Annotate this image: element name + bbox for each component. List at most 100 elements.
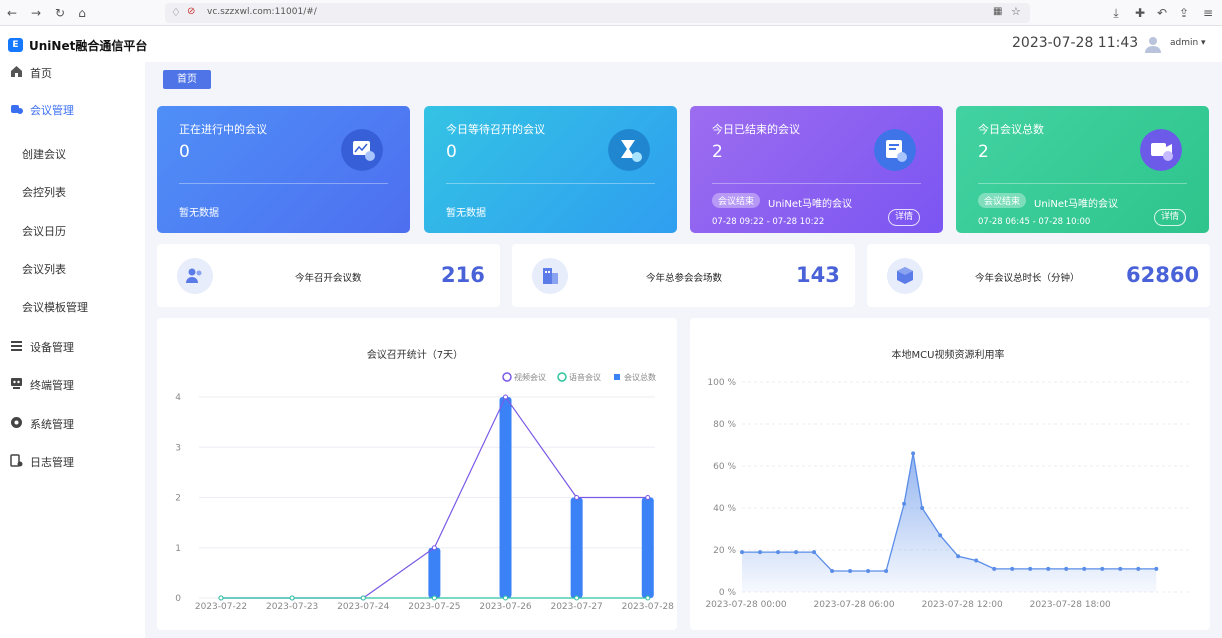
sidebar-item-system-management[interactable]: 系统管理 xyxy=(0,413,145,433)
extensions-icon[interactable]: ✚ xyxy=(1132,5,1148,21)
data-point xyxy=(574,595,580,601)
y-tick-label: 2 xyxy=(175,494,181,504)
sidebar-item-create-meeting[interactable]: 创建会议 xyxy=(0,143,145,163)
card-ended-meetings: 今日已结束的会议 2 会议结束 UniNet马唯的会议 07-28 09:22 … xyxy=(690,106,943,233)
share-icon[interactable]: ⇪ xyxy=(1176,5,1192,21)
sidebar-item-template-management[interactable]: 会议模板管理 xyxy=(0,296,145,316)
sidebar-item-meeting-calendar[interactable]: 会议日历 xyxy=(0,220,145,240)
user-menu[interactable]: admin ▾ xyxy=(1170,38,1206,48)
y-tick-label: 0 xyxy=(175,594,181,604)
data-point xyxy=(645,495,651,500)
qr-icon[interactable]: ▦ xyxy=(993,6,1002,17)
meeting-stats-chart: 会议召开统计（7天） 0 1 2 3 4 2023-07-22 2023-07-23 2023… xyxy=(175,348,674,612)
settings-icon xyxy=(11,417,22,428)
x-tick-label: 2023-07-27 xyxy=(550,602,602,612)
people-icon xyxy=(177,258,213,294)
meeting-stats-chart-panel: 会议召开统计（7天） 0 1 2 3 4 2023-07-22 2023-07-23 2023… xyxy=(157,318,677,630)
stat-value: 143 xyxy=(796,263,840,287)
stat-duration: 今年会议总时长（分钟） 62860 xyxy=(867,244,1210,307)
breadcrumb-home[interactable]: 首页 xyxy=(163,70,211,89)
data-point xyxy=(431,545,437,551)
stop-doc-icon xyxy=(874,129,916,171)
card-divider xyxy=(179,183,388,184)
sidebar-item-meeting-list[interactable]: 会议列表 xyxy=(0,258,145,278)
data-point xyxy=(776,550,781,555)
data-point xyxy=(503,394,509,400)
card-ongoing-meetings: 正在进行中的会议 0 暂无数据 xyxy=(157,106,410,233)
data-point xyxy=(812,550,817,555)
data-point xyxy=(974,558,979,563)
data-point xyxy=(1100,566,1105,571)
card-no-data: 暂无数据 xyxy=(446,208,486,219)
url-bar[interactable]: ♢ ⊘ vc.szzxwl.com:11001/#/ ▦ ☆ xyxy=(165,3,1030,23)
data-point xyxy=(956,554,961,559)
sidebar-item-home[interactable]: 首页 xyxy=(0,62,145,82)
sidebar-item-device-management[interactable]: 设备管理 xyxy=(0,336,145,356)
meeting-icon xyxy=(11,105,23,114)
details-button[interactable]: 详情 xyxy=(888,209,920,226)
shield-icon: ♢ xyxy=(171,6,181,19)
sidebar-item-control-list[interactable]: 会控列表 xyxy=(0,181,145,201)
reload-icon[interactable]: ↻ xyxy=(52,5,68,21)
data-point xyxy=(920,506,925,510)
avatar-icon[interactable] xyxy=(1144,35,1162,53)
data-point xyxy=(574,495,580,500)
terminal-icon xyxy=(11,378,22,389)
data-point xyxy=(1064,566,1069,571)
card-title: 今日会议总数 xyxy=(978,123,1044,136)
card-title: 今日等待召开的会议 xyxy=(446,123,545,136)
card-value: 0 xyxy=(446,142,457,162)
legend-marker xyxy=(614,374,620,380)
back-icon[interactable]: ← xyxy=(4,5,20,21)
y-tick-label: 3 xyxy=(175,443,181,453)
log-icon xyxy=(10,454,23,467)
chart-title: 会议召开统计（7天） xyxy=(367,348,463,361)
home-icon xyxy=(11,66,22,77)
y-tick-label: 80 % xyxy=(713,420,736,430)
stat-label: 今年召开会议数 xyxy=(295,273,362,284)
app-title: UniNet融合通信平台 xyxy=(29,39,148,53)
x-tick-label: 2023-07-28 00:00 xyxy=(705,600,786,610)
menu-icon[interactable]: ≡ xyxy=(1200,5,1216,21)
data-point xyxy=(1118,566,1123,571)
stat-label: 今年会议总时长（分钟） xyxy=(975,273,1080,284)
data-point xyxy=(938,533,943,538)
data-point xyxy=(1046,566,1051,571)
card-no-data: 暂无数据 xyxy=(179,208,219,219)
x-tick-label: 2023-07-25 xyxy=(408,602,460,612)
download-icon[interactable]: ⤓ xyxy=(1108,5,1124,21)
chart-title: 本地MCU视频资源利用率 xyxy=(892,348,1005,361)
sidebar-item-log-management[interactable]: 日志管理 xyxy=(0,451,145,471)
sidebar-item-terminal-management[interactable]: 终端管理 xyxy=(0,374,145,394)
status-badge: 会议结束 xyxy=(978,193,1027,208)
chart-screen-icon xyxy=(341,129,383,171)
legend-label: 视频会议 xyxy=(514,372,546,382)
sidebar-item-meeting-management[interactable]: 会议管理 xyxy=(0,99,145,119)
meeting-name: UniNet马唯的会议 xyxy=(1034,199,1118,210)
x-tick-label: 2023-07-22 xyxy=(195,602,247,612)
bookmark-star-icon[interactable]: ☆ xyxy=(1011,5,1021,18)
undo-icon[interactable]: ↶ xyxy=(1154,5,1170,21)
app-header: E UniNet融合通信平台 2023-07-28 11:43 admin ▾ xyxy=(0,26,1222,62)
data-point xyxy=(289,595,295,601)
sidebar: 首页 会议管理 创建会议 会控列表 会议日历 会议列表 会议模板管理 设备管理 … xyxy=(0,62,145,638)
legend-label: 会议总数 xyxy=(624,372,656,382)
home-browser-icon[interactable]: ⌂ xyxy=(74,5,90,21)
browser-toolbar: ← → ↻ ⌂ ♢ ⊘ vc.szzxwl.com:11001/#/ ▦ ☆ ⤓… xyxy=(0,0,1222,26)
card-divider xyxy=(446,183,655,184)
data-point xyxy=(758,550,763,555)
current-datetime: 2023-07-28 11:43 xyxy=(1012,35,1139,51)
details-button[interactable]: 详情 xyxy=(1154,209,1186,226)
data-point xyxy=(1136,566,1141,571)
url-text: vc.szzxwl.com:11001/#/ xyxy=(207,7,317,17)
data-point xyxy=(645,595,651,601)
forward-icon[interactable]: → xyxy=(28,5,44,21)
data-point xyxy=(866,569,871,573)
building-icon xyxy=(532,258,568,294)
x-tick-label: 2023-07-28 12:00 xyxy=(922,600,1003,610)
usage-area xyxy=(742,453,1157,592)
data-point xyxy=(794,550,799,555)
y-tick-label: 60 % xyxy=(713,462,736,472)
stat-venues: 今年总参会会场数 143 xyxy=(512,244,855,307)
card-divider xyxy=(712,183,921,184)
